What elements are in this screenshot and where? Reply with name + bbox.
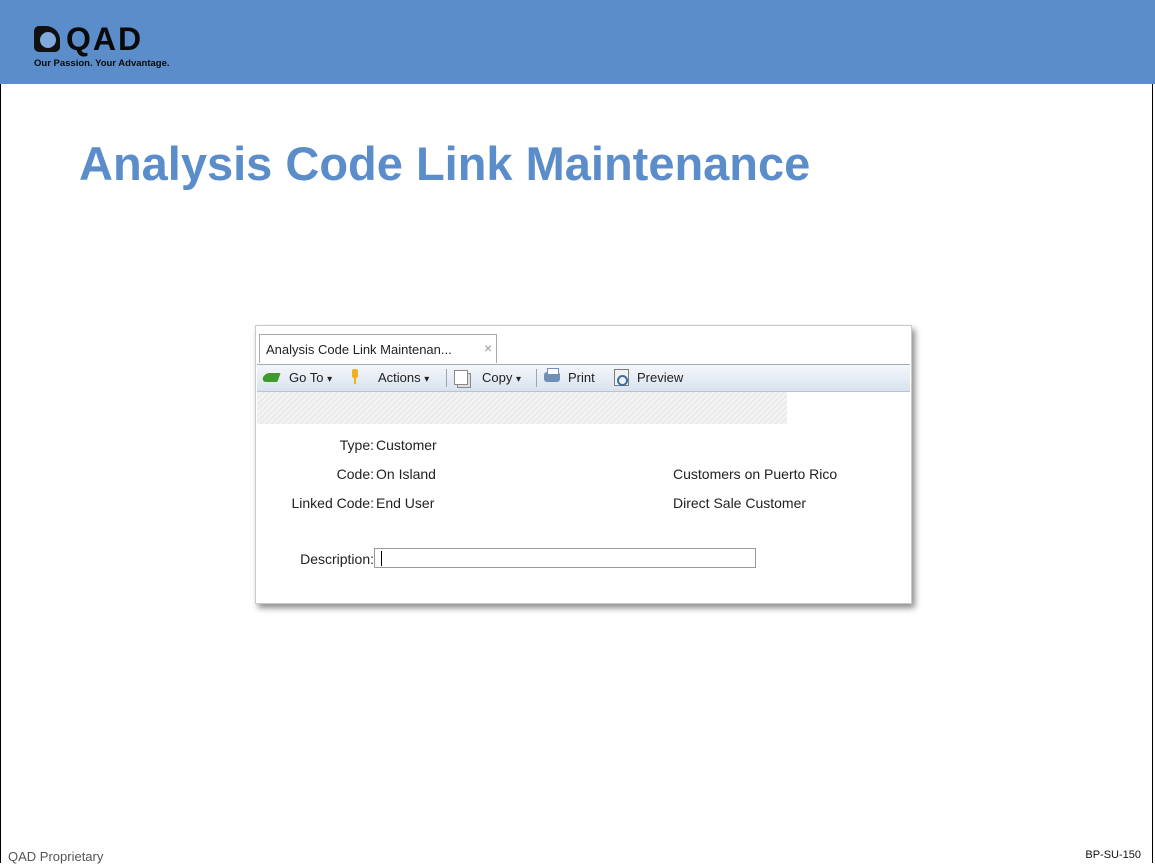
copy-button[interactable]: Copy ▾ xyxy=(482,370,521,385)
preview-button[interactable]: Preview xyxy=(637,370,683,385)
actions-label: Actions xyxy=(378,370,421,385)
text-caret xyxy=(381,551,382,566)
type-value: Customer xyxy=(376,437,437,453)
print-icon xyxy=(544,368,560,382)
code-value: On Island xyxy=(376,466,436,482)
toolbar-separator xyxy=(536,369,537,387)
footer-slide-id: BP-SU-150 xyxy=(1085,849,1141,861)
description-input[interactable] xyxy=(374,548,756,568)
code-label: Code: xyxy=(336,466,374,482)
logo-text: QAD xyxy=(66,21,144,57)
logo-tagline: Our Passion. Your Advantage. xyxy=(34,58,170,69)
actions-icon xyxy=(352,369,358,384)
close-icon[interactable]: × xyxy=(484,340,492,356)
type-label: Type: xyxy=(339,437,374,453)
chevron-down-icon: ▾ xyxy=(327,374,333,385)
description-label: Description: xyxy=(300,551,374,567)
code-description: Customers on Puerto Rico xyxy=(673,466,838,482)
qad-logo-icon xyxy=(34,26,60,52)
page-title: Analysis Code Link Maintenance xyxy=(79,137,811,190)
chevron-down-icon: ▾ xyxy=(515,374,522,385)
tab-label: Analysis Code Link Maintenan... xyxy=(266,342,452,357)
tab-analysis-code-link[interactable]: Analysis Code Link Maintenan... × xyxy=(259,334,497,363)
copy-label: Copy xyxy=(482,370,513,385)
toolbar: Go To ▾ Actions ▾ Copy ▾ Print Preview xyxy=(257,364,910,392)
linked-code-description: Direct Sale Customer xyxy=(673,495,807,511)
actions-button[interactable]: Actions ▾ xyxy=(378,370,429,385)
linked-code-label: Linked Code: xyxy=(291,495,374,511)
header-band: QAD Our Passion. Your Advantage. xyxy=(0,0,1155,84)
go-to-icon xyxy=(261,373,281,382)
linked-code-value: End User xyxy=(376,495,435,511)
toolbar-separator xyxy=(446,369,447,387)
chevron-down-icon: ▾ xyxy=(424,374,430,385)
copy-icon xyxy=(454,370,468,385)
preview-icon xyxy=(614,369,629,386)
print-button[interactable]: Print xyxy=(568,370,595,385)
footer-proprietary: QAD Proprietary xyxy=(8,849,104,864)
app-window: Analysis Code Link Maintenan... × Go To … xyxy=(255,325,912,604)
form-header-band xyxy=(257,392,787,424)
go-to-button[interactable]: Go To ▾ xyxy=(289,370,332,385)
go-to-label: Go To xyxy=(289,370,324,385)
